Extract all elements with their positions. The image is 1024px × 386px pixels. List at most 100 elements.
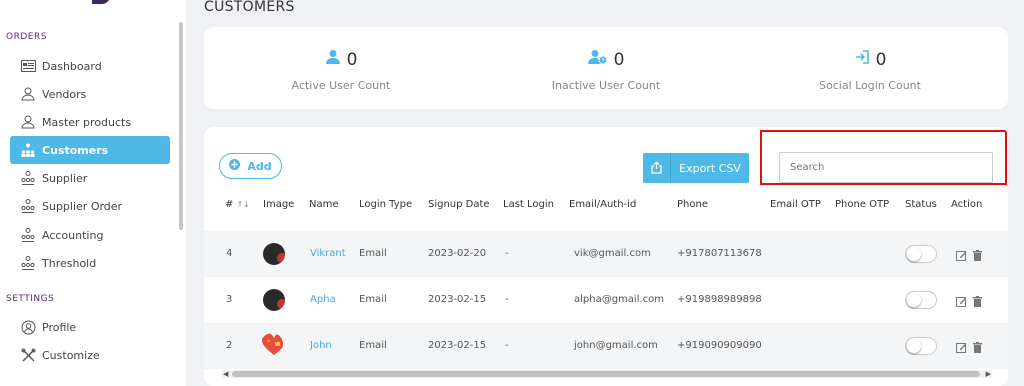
column-header-image: Image bbox=[263, 199, 295, 210]
column-header-status: Status bbox=[905, 199, 937, 210]
sidebar-item-label: Accounting bbox=[42, 228, 104, 242]
status-toggle[interactable] bbox=[905, 337, 937, 355]
column-header-number[interactable]: # ↑↓ bbox=[225, 199, 250, 210]
tools-icon bbox=[20, 347, 36, 363]
sidebar-item-supplier-order[interactable]: Supplier Order bbox=[10, 192, 170, 220]
export-button-label: Export CSV bbox=[679, 161, 741, 175]
login-type: Email bbox=[359, 294, 387, 305]
login-type: Email bbox=[359, 248, 387, 259]
phone: +919090909090 bbox=[677, 340, 762, 351]
column-header-phone: Phone bbox=[677, 199, 708, 210]
search-input[interactable] bbox=[779, 152, 993, 183]
sort-icon[interactable]: ↑↓ bbox=[237, 200, 250, 209]
sidebar-item-accounting[interactable]: Accounting bbox=[10, 221, 170, 249]
profile-icon bbox=[20, 319, 36, 335]
user-icon bbox=[325, 49, 341, 70]
export-csv-button[interactable]: Export CSV bbox=[643, 153, 749, 183]
sidebar: ORDERS Dashboard Vendors Master products… bbox=[0, 0, 186, 386]
avatar bbox=[263, 289, 285, 311]
stat-label: Inactive User Count bbox=[551, 79, 661, 92]
sidebar-item-dashboard[interactable]: Dashboard bbox=[10, 52, 170, 80]
export-icon bbox=[643, 153, 671, 183]
stat-social-login: 0 Social Login Count bbox=[770, 27, 970, 93]
avatar bbox=[261, 333, 283, 355]
customer-name-link[interactable]: Vikrant bbox=[310, 248, 346, 259]
customers-card: Add Export CSV # ↑↓ Image Name Login Typ… bbox=[204, 127, 1008, 386]
row-id: 2 bbox=[226, 340, 233, 351]
plus-circle-icon bbox=[229, 159, 241, 173]
sidebar-item-customers[interactable]: Customers bbox=[10, 136, 170, 164]
signup-date: 2023-02-15 bbox=[428, 340, 487, 351]
stat-value: 0 bbox=[346, 49, 358, 70]
sidebar-item-label: Customize bbox=[42, 348, 100, 362]
sidebar-item-profile[interactable]: Profile bbox=[10, 313, 170, 341]
last-login: - bbox=[505, 294, 509, 305]
delete-icon[interactable] bbox=[973, 292, 982, 311]
scroll-left-arrow-icon[interactable]: ◀ bbox=[223, 370, 228, 378]
sidebar-item-master-products[interactable]: Master products bbox=[10, 108, 170, 136]
add-button[interactable]: Add bbox=[219, 153, 282, 179]
sidebar-scrollbar[interactable] bbox=[179, 22, 183, 230]
section-label-settings: SETTINGS bbox=[6, 294, 55, 304]
stats-card: 0 Active User Count 0 Inactive User Coun… bbox=[204, 27, 1008, 109]
column-header-email: Email/Auth-id bbox=[569, 199, 637, 210]
delete-icon[interactable] bbox=[973, 246, 982, 265]
status-toggle[interactable] bbox=[905, 291, 937, 309]
stat-value: 0 bbox=[613, 49, 625, 70]
column-header-name: Name bbox=[309, 199, 339, 210]
user-tie-icon bbox=[20, 114, 36, 130]
column-header-signup-date: Signup Date bbox=[428, 199, 490, 210]
sidebar-item-supplier[interactable]: Supplier bbox=[10, 164, 170, 192]
phone: +917807113678 bbox=[677, 248, 762, 259]
edit-icon[interactable] bbox=[956, 338, 967, 357]
email: john@gmail.com bbox=[574, 340, 658, 351]
user-clock-icon bbox=[587, 49, 608, 70]
email: vik@gmail.com bbox=[574, 248, 651, 259]
sidebar-item-vendors[interactable]: Vendors bbox=[10, 80, 170, 108]
stat-label: Social Login Count bbox=[819, 79, 921, 92]
edit-icon[interactable] bbox=[956, 246, 967, 265]
org-chart-icon bbox=[20, 142, 36, 158]
signup-date: 2023-02-20 bbox=[428, 248, 487, 259]
stat-label: Active User Count bbox=[291, 79, 391, 92]
row-id: 4 bbox=[226, 248, 233, 259]
row-actions bbox=[956, 246, 982, 265]
status-toggle[interactable] bbox=[905, 245, 937, 263]
column-header-action: Action bbox=[951, 199, 983, 210]
dashboard-icon bbox=[20, 58, 36, 74]
org-chart-icon bbox=[20, 227, 36, 243]
edit-icon[interactable] bbox=[956, 292, 967, 311]
sidebar-item-label: Dashboard bbox=[42, 59, 102, 73]
org-chart-icon bbox=[20, 198, 36, 214]
sidebar-item-label: Customers bbox=[42, 143, 109, 157]
last-login: - bbox=[505, 340, 509, 351]
sidebar-item-label: Supplier Order bbox=[42, 199, 123, 213]
customer-name-link[interactable]: John bbox=[310, 340, 332, 351]
table-row: 2 John Email 2023-02-15 - john@gmail.com… bbox=[204, 323, 1008, 369]
stat-value: 0 bbox=[875, 49, 887, 70]
sidebar-item-label: Profile bbox=[42, 320, 77, 334]
sidebar-item-customize[interactable]: Customize bbox=[10, 341, 170, 369]
horizontal-scrollbar[interactable]: ◀ ▶ bbox=[222, 370, 992, 378]
phone: +919898989898 bbox=[677, 294, 762, 305]
sidebar-item-threshold[interactable]: Threshold bbox=[10, 249, 170, 277]
stat-inactive-users: 0 Inactive User Count bbox=[506, 27, 706, 93]
scroll-right-arrow-icon[interactable]: ▶ bbox=[986, 370, 991, 378]
row-actions bbox=[956, 338, 982, 357]
delete-icon[interactable] bbox=[973, 338, 982, 357]
logo bbox=[92, 0, 110, 4]
last-login: - bbox=[505, 248, 509, 259]
add-button-label: Add bbox=[247, 159, 272, 173]
login-type: Email bbox=[359, 340, 387, 351]
column-header-login-type: Login Type bbox=[359, 199, 413, 210]
column-header-phone-otp: Phone OTP bbox=[835, 199, 890, 210]
scrollbar-thumb[interactable] bbox=[232, 371, 980, 377]
column-header-last-login: Last Login bbox=[503, 199, 554, 210]
table-row: 4 Vikrant Email 2023-02-20 - vik@gmail.c… bbox=[204, 231, 1008, 277]
section-label-orders: ORDERS bbox=[6, 32, 47, 42]
stat-active-users: 0 Active User Count bbox=[241, 27, 441, 93]
sidebar-item-label: Vendors bbox=[42, 87, 87, 101]
customer-name-link[interactable]: Apha bbox=[310, 294, 336, 305]
sidebar-item-label: Supplier bbox=[42, 171, 88, 185]
sidebar-item-label: Master products bbox=[42, 115, 132, 129]
